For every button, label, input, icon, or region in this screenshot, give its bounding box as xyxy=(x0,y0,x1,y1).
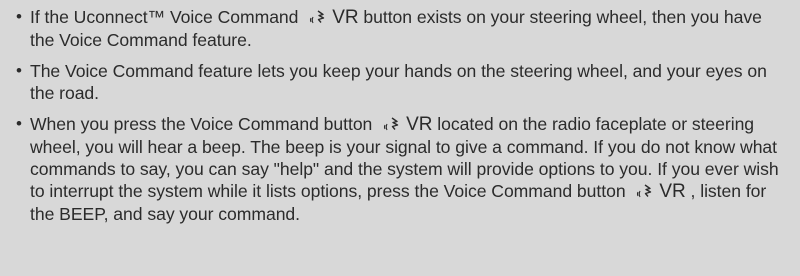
bullet-item-voice-feature: • If the Uconnect™ Voice Command VR butt… xyxy=(14,6,786,51)
bullet-dot: • xyxy=(16,114,22,133)
bullet-text: If the Uconnect™ Voice Command xyxy=(30,7,304,27)
voice-command-icon xyxy=(636,183,654,199)
voice-command-icon xyxy=(309,9,327,25)
voice-command-icon xyxy=(383,116,401,132)
bullet-item-hands-free: • The Voice Command feature lets you kee… xyxy=(14,60,786,104)
bullet-text: The Voice Command feature lets you keep … xyxy=(30,61,767,103)
vr-label: VR xyxy=(332,7,359,28)
vr-label: VR xyxy=(659,181,686,202)
bullet-dot: • xyxy=(16,7,22,26)
bullet-item-usage: • When you press the Voice Command butto… xyxy=(14,113,786,225)
bullet-text: When you press the Voice Command button xyxy=(30,114,378,134)
bullet-dot: • xyxy=(16,61,22,80)
vr-label: VR xyxy=(406,114,433,135)
voice-command-info-panel: • If the Uconnect™ Voice Command VR butt… xyxy=(0,0,800,276)
